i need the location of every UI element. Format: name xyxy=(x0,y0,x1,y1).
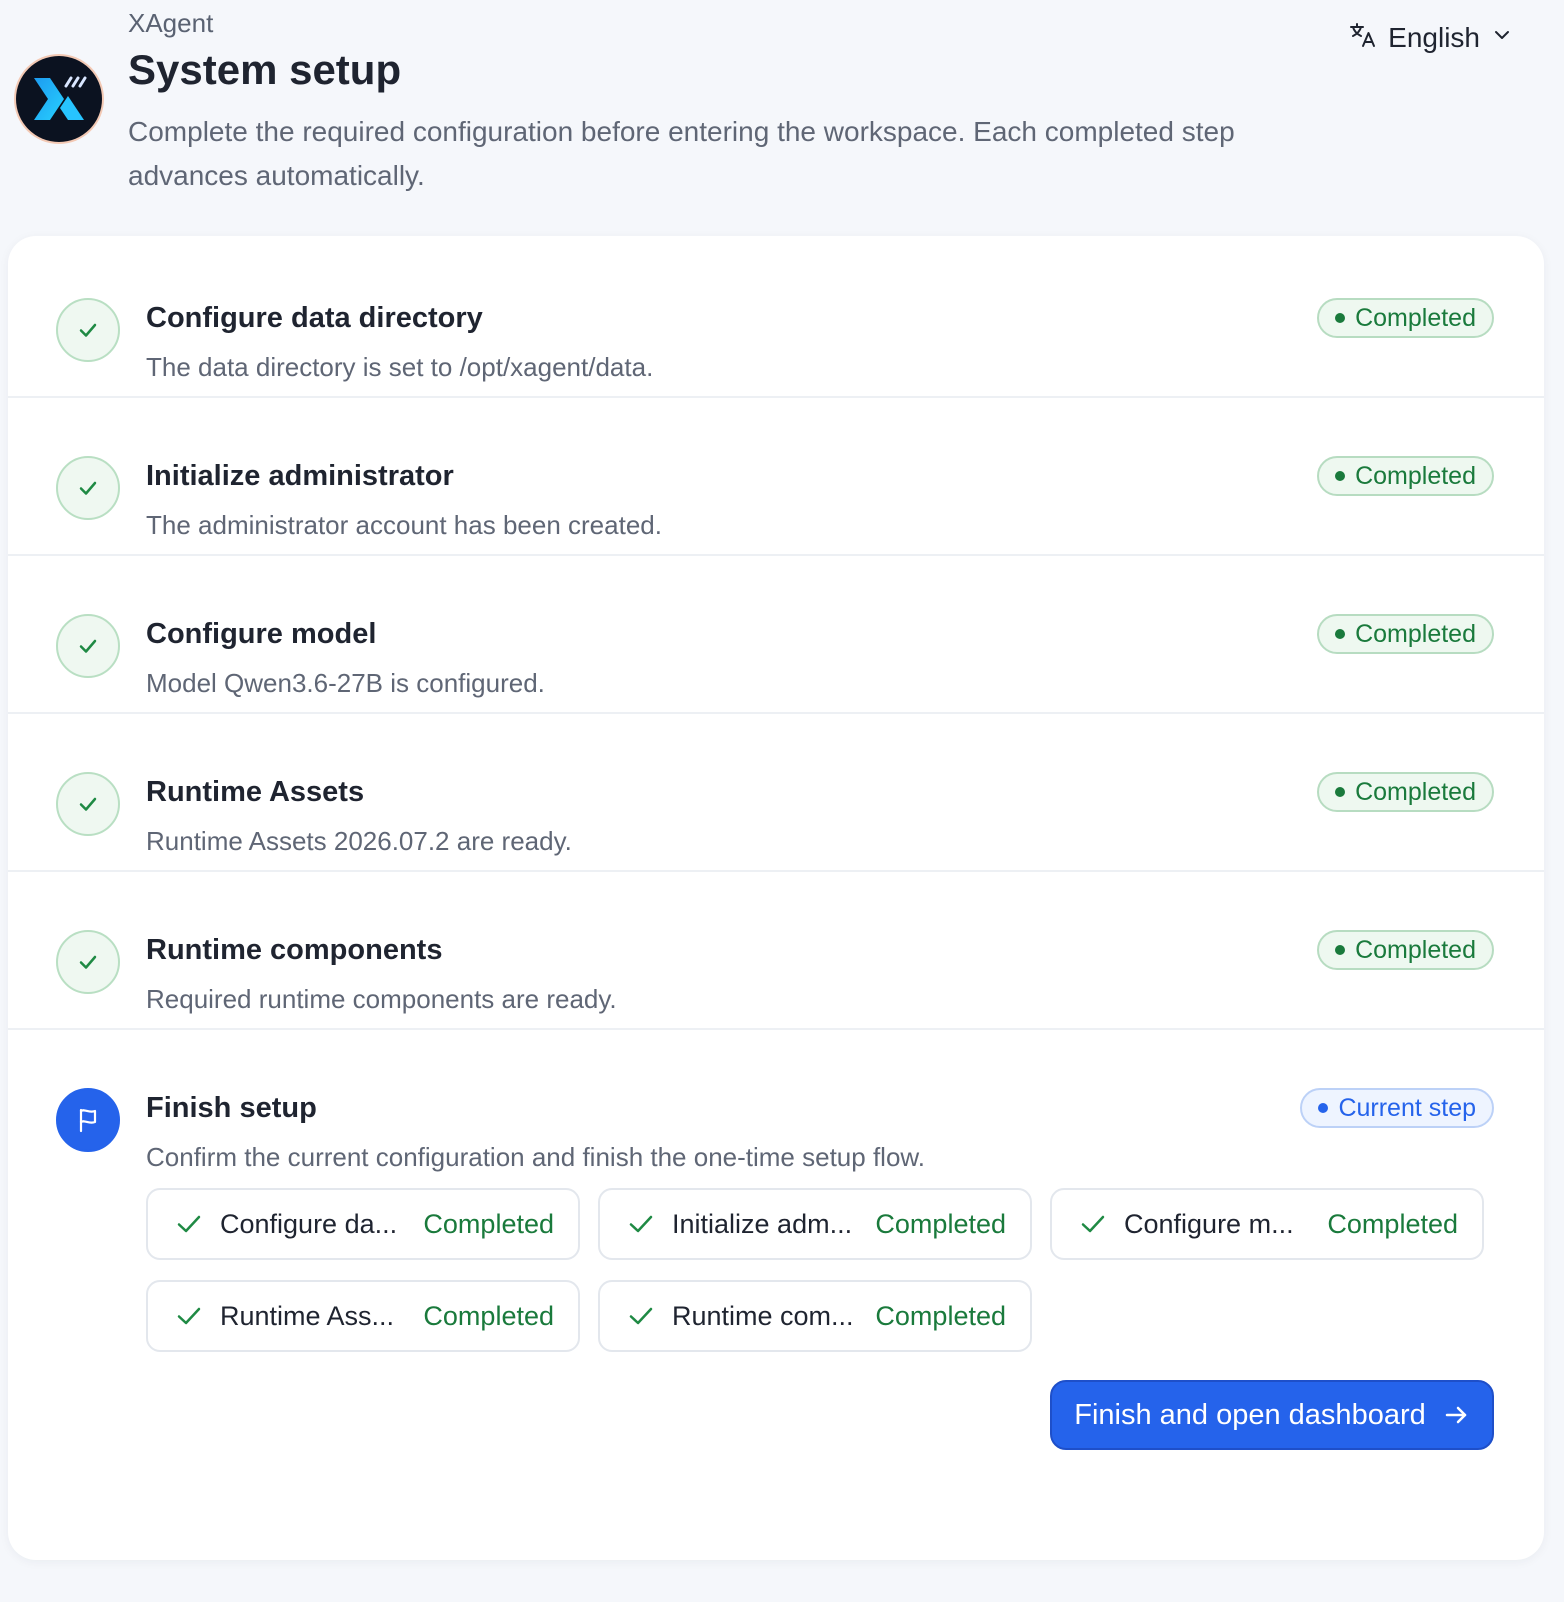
page-header: XAgent System setup Complete the require… xyxy=(0,0,1564,230)
arrow-right-icon xyxy=(1445,1406,1466,1424)
step-runtime-components: Runtime components Required runtime comp… xyxy=(8,868,1544,1030)
check-icon xyxy=(56,772,120,836)
summary-chip-label: Configure da... xyxy=(220,1208,398,1239)
check-icon xyxy=(629,1215,653,1233)
check-icon xyxy=(56,456,120,520)
step-description: The data directory is set to /opt/xagent… xyxy=(146,352,654,382)
status-badge: Current step xyxy=(1300,1088,1494,1128)
step-initialize-administrator: Initialize administrator The administrat… xyxy=(8,394,1544,556)
status-dot xyxy=(1335,787,1346,797)
summary-chip-label: Runtime Ass... xyxy=(220,1300,395,1331)
summary-chip-status: Completed xyxy=(423,1208,554,1239)
status-label: Current step xyxy=(1338,1093,1476,1122)
status-label: Completed xyxy=(1355,619,1476,648)
step-description: Model Qwen3.6-27B is configured. xyxy=(146,668,545,698)
status-badge: Completed xyxy=(1317,772,1494,812)
finish-and-open-dashboard-button[interactable]: Finish and open dashboard xyxy=(1050,1380,1494,1450)
status-dot xyxy=(1335,629,1346,639)
summary-chip-label: Initialize adm... xyxy=(672,1208,853,1239)
step-configure-model: Configure model Model Qwen3.6-27B is con… xyxy=(8,552,1544,714)
status-dot xyxy=(1318,1103,1329,1113)
step-title: Finish setup xyxy=(146,1092,317,1124)
page-title: System setup xyxy=(128,46,402,93)
check-icon xyxy=(56,298,120,362)
step-title: Configure model xyxy=(146,618,377,650)
summary-chip-status: Completed xyxy=(423,1300,554,1331)
status-label: Completed xyxy=(1355,461,1476,490)
step-description: Required runtime components are ready. xyxy=(146,984,617,1014)
status-badge: Completed xyxy=(1317,456,1494,496)
page-subtitle: Complete the required configuration befo… xyxy=(128,116,1235,191)
check-icon xyxy=(56,614,120,678)
summary-chip: Configure m... Completed xyxy=(1050,1188,1484,1260)
language-selector[interactable]: English xyxy=(1348,18,1514,58)
check-icon xyxy=(177,1215,201,1233)
step-configure-data-directory: Configure data directory The data direct… xyxy=(8,236,1544,398)
finish-button-label: Finish and open dashboard xyxy=(1074,1398,1426,1431)
status-label: Completed xyxy=(1355,303,1476,332)
status-label: Completed xyxy=(1355,935,1476,964)
status-dot xyxy=(1335,471,1346,481)
summary-chip-status: Completed xyxy=(1327,1208,1458,1239)
step-title: Initialize administrator xyxy=(146,460,454,492)
setup-card: Configure data directory The data direct… xyxy=(8,236,1544,1560)
summary-chip: Runtime com... Completed xyxy=(598,1280,1032,1352)
summary-chip: Runtime Ass... Completed xyxy=(146,1280,580,1352)
summary-chips: Configure da... Completed Initialize adm… xyxy=(146,1188,1496,1358)
step-title: Runtime components xyxy=(146,934,443,966)
status-dot xyxy=(1335,945,1346,955)
summary-chip: Initialize adm... Completed xyxy=(598,1188,1032,1260)
status-dot xyxy=(1335,313,1346,323)
check-icon xyxy=(56,930,120,994)
summary-chip-status: Completed xyxy=(875,1300,1006,1331)
step-title: Configure data directory xyxy=(146,302,483,334)
check-icon xyxy=(177,1307,201,1325)
step-runtime-assets: Runtime Assets Runtime Assets 2026.07.2 … xyxy=(8,710,1544,872)
step-description: Confirm the current configuration and fi… xyxy=(146,1142,925,1172)
step-description: Runtime Assets 2026.07.2 are ready. xyxy=(146,826,572,856)
language-label: English xyxy=(1388,22,1480,53)
brand-name: XAgent xyxy=(128,8,214,38)
flag-icon xyxy=(56,1088,120,1152)
summary-chip-status: Completed xyxy=(875,1208,1006,1239)
status-badge: Completed xyxy=(1317,298,1494,338)
summary-chip: Configure da... Completed xyxy=(146,1188,580,1260)
xagent-logo xyxy=(16,56,102,142)
summary-chip-label: Configure m... xyxy=(1124,1208,1294,1239)
translate-icon xyxy=(1348,20,1378,57)
check-icon xyxy=(1081,1215,1105,1233)
status-badge: Completed xyxy=(1317,930,1494,970)
status-label: Completed xyxy=(1355,777,1476,806)
step-finish-setup: Finish setup Confirm the current configu… xyxy=(8,1026,1544,1526)
status-badge: Completed xyxy=(1317,614,1494,654)
step-description: The administrator account has been creat… xyxy=(146,510,662,540)
check-icon xyxy=(629,1307,653,1325)
chevron-down-icon xyxy=(1490,22,1514,54)
summary-chip-label: Runtime com... xyxy=(672,1300,854,1331)
step-title: Runtime Assets xyxy=(146,776,365,808)
